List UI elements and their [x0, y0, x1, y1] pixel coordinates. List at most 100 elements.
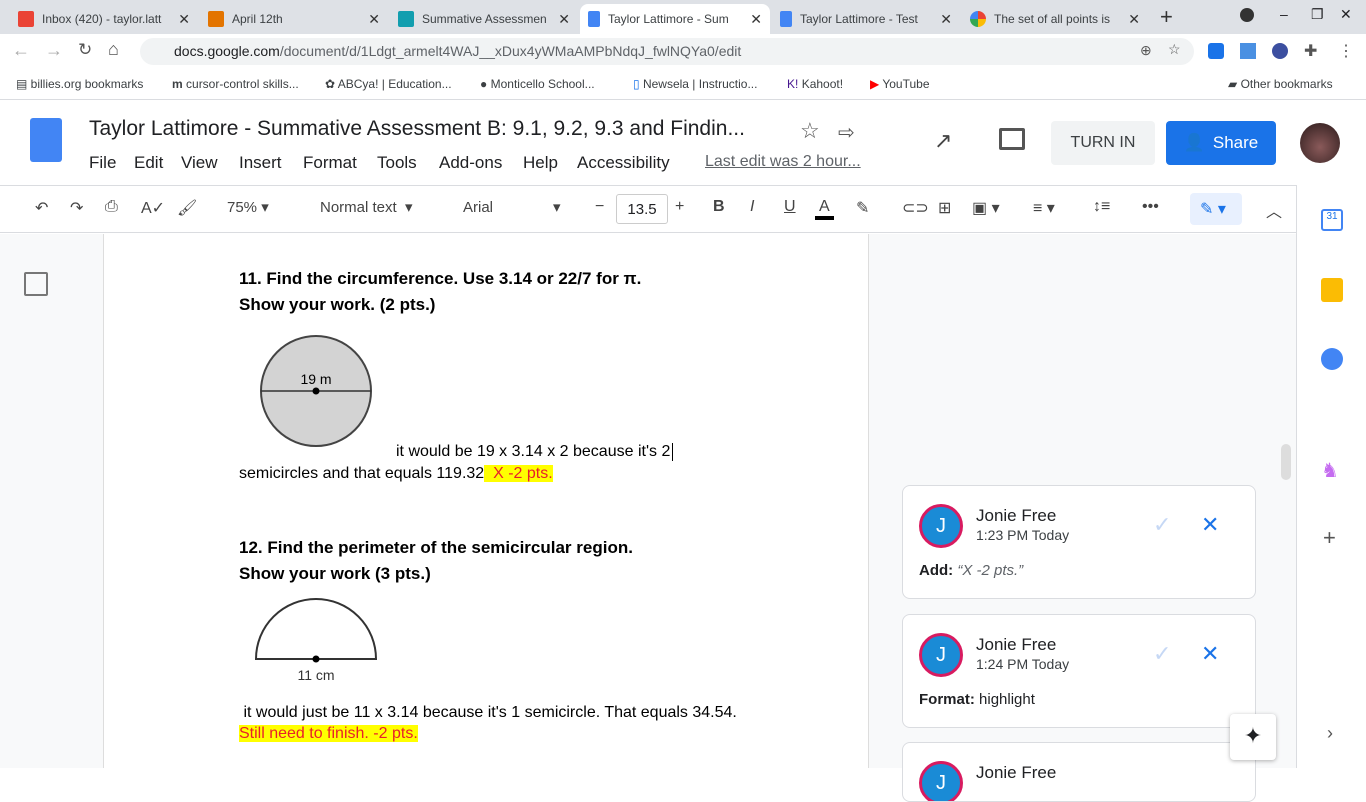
reject-suggestion-button[interactable]: ✕: [1201, 512, 1219, 538]
close-icon[interactable]: ✕: [940, 11, 952, 28]
menu-view[interactable]: View: [181, 153, 218, 173]
comment-card[interactable]: J Jonie Free 1:23 PM Today ✓ ✕ Add: “X -…: [902, 485, 1256, 599]
unicorn-addon-icon[interactable]: ♞: [1321, 458, 1339, 483]
bold-icon[interactable]: B: [713, 198, 725, 216]
menu-accessibility[interactable]: Accessibility: [577, 153, 670, 173]
more-icon[interactable]: •••: [1142, 198, 1159, 216]
close-window-button[interactable]: ✕: [1340, 6, 1352, 23]
zoom-icon[interactable]: ⊕: [1140, 42, 1152, 59]
redo-icon[interactable]: ↷: [70, 198, 83, 218]
tab-summative[interactable]: Summative Assessmen ✕: [390, 4, 578, 34]
menu-file[interactable]: File: [89, 153, 116, 173]
close-icon[interactable]: ✕: [558, 11, 570, 28]
comment-card[interactable]: J Jonie Free 1:24 PM Today ✓ ✕ Format: h…: [902, 614, 1256, 728]
last-edit-link[interactable]: Last edit was 2 hour...: [705, 153, 861, 171]
close-icon[interactable]: ✕: [368, 11, 380, 28]
extension-icon[interactable]: [1208, 43, 1224, 59]
style-select[interactable]: Normal text ▾: [320, 198, 413, 216]
bookmark[interactable]: ▯ Newsela | Instructio...: [633, 77, 757, 91]
star-icon[interactable]: ☆: [800, 118, 820, 144]
spellcheck-icon[interactable]: A✓: [141, 198, 165, 218]
minimize-button[interactable]: –: [1280, 6, 1288, 22]
home-button[interactable]: ⌂: [108, 39, 119, 60]
bookmark[interactable]: ✿ ABCya! | Education...: [325, 77, 452, 91]
extension-icon[interactable]: [1272, 43, 1288, 59]
line-spacing-icon[interactable]: ↕≡: [1093, 198, 1110, 216]
puzzle-icon[interactable]: ✚: [1304, 41, 1317, 61]
tab-april[interactable]: April 12th ✕: [200, 4, 388, 34]
accept-suggestion-button[interactable]: ✓: [1153, 512, 1171, 538]
menu-insert[interactable]: Insert: [239, 153, 282, 173]
scrollbar[interactable]: [1281, 444, 1291, 480]
font-select[interactable]: Arial ▾: [463, 198, 561, 216]
star-icon[interactable]: ☆: [1168, 41, 1181, 58]
menu-icon[interactable]: ⋮: [1338, 41, 1354, 61]
link-icon[interactable]: ⊂⊃: [902, 198, 929, 218]
tab-search-icon[interactable]: [1240, 8, 1254, 22]
comment-history-icon[interactable]: [999, 128, 1025, 150]
tab-active-doc[interactable]: Taylor Lattimore - Sum ✕: [580, 4, 770, 34]
tab-gmail[interactable]: Inbox (420) - taylor.latt ✕: [10, 4, 198, 34]
add-addon-icon[interactable]: +: [1323, 525, 1336, 551]
url-input[interactable]: docs.google.com/document/d/1Ldgt_armelt4…: [140, 38, 1194, 65]
forward-button[interactable]: →: [45, 40, 63, 61]
bookmark[interactable]: m cursor-control skills...: [172, 77, 299, 91]
tasks-icon[interactable]: [1321, 348, 1343, 370]
answer-11-line1[interactable]: it would be 19 x 3.14 x 2 because it's 2: [396, 443, 674, 461]
answer-12[interactable]: it would just be 11 x 3.14 because it's …: [239, 704, 736, 722]
align-icon[interactable]: ≡ ▾: [1033, 198, 1055, 218]
italic-icon[interactable]: I: [750, 198, 754, 216]
print-icon[interactable]: ⎙: [105, 198, 118, 216]
tab-google[interactable]: The set of all points is ✕: [962, 4, 1148, 34]
bookmark[interactable]: ● Monticello School...: [480, 77, 595, 91]
move-icon[interactable]: ⇨: [838, 120, 855, 145]
close-icon[interactable]: ✕: [1128, 11, 1140, 28]
menu-addons[interactable]: Add-ons: [439, 153, 502, 173]
calendar-icon[interactable]: 31: [1321, 209, 1343, 231]
menu-help[interactable]: Help: [523, 153, 558, 173]
avatar[interactable]: [1300, 123, 1340, 163]
add-comment-icon[interactable]: ⊞: [938, 198, 951, 218]
editing-mode-button[interactable]: ✎ ▾: [1190, 193, 1242, 225]
decrease-font-size-button[interactable]: −: [595, 198, 604, 216]
outline-icon[interactable]: [24, 272, 48, 296]
collapse-icon[interactable]: ︿: [1266, 198, 1282, 222]
close-icon[interactable]: ✕: [750, 11, 762, 28]
keep-icon[interactable]: [1321, 278, 1343, 302]
zoom-select[interactable]: 75% ▾: [227, 198, 269, 216]
reject-suggestion-button[interactable]: ✕: [1201, 641, 1219, 667]
bookmark[interactable]: ▤ billies.org bookmarks: [16, 77, 143, 91]
underline-icon[interactable]: U: [784, 198, 796, 216]
bookmark[interactable]: ▶ YouTube: [870, 77, 930, 91]
menu-tools[interactable]: Tools: [377, 153, 417, 173]
explore-button[interactable]: ✦: [1230, 714, 1276, 760]
text-color-icon[interactable]: A: [815, 198, 834, 220]
new-tab-button[interactable]: +: [1160, 4, 1173, 30]
tab-test[interactable]: Taylor Lattimore - Test ✕: [772, 4, 960, 34]
menu-edit[interactable]: Edit: [134, 153, 163, 173]
back-button[interactable]: ←: [12, 40, 30, 61]
image-icon[interactable]: ▣ ▾: [972, 198, 1000, 218]
undo-icon[interactable]: ↶: [35, 198, 48, 218]
reload-button[interactable]: ↻: [78, 40, 92, 60]
comment-card[interactable]: J Jonie Free: [902, 742, 1256, 802]
extension-icon[interactable]: [1240, 43, 1256, 59]
other-bookmarks[interactable]: ▰ Other bookmarks: [1228, 77, 1333, 91]
menu-format[interactable]: Format: [303, 153, 357, 173]
activity-icon[interactable]: ↗: [934, 128, 952, 154]
answer-12-mark[interactable]: Still need to finish. -2 pts.: [239, 725, 418, 743]
paint-format-icon[interactable]: 🖌: [177, 198, 197, 218]
share-button[interactable]: 👤 Share: [1166, 121, 1276, 165]
highlight-icon[interactable]: ✎: [856, 198, 869, 218]
restore-button[interactable]: ❐: [1311, 6, 1324, 23]
turn-in-button[interactable]: TURN IN: [1051, 121, 1155, 165]
accept-suggestion-button[interactable]: ✓: [1153, 641, 1171, 667]
answer-11-line2[interactable]: semicircles and that equals 119.32 X -2 …: [239, 465, 553, 483]
increase-font-size-button[interactable]: +: [675, 198, 684, 216]
document-title[interactable]: Taylor Lattimore - Summative Assessment …: [89, 117, 745, 141]
docs-logo-icon[interactable]: [30, 118, 62, 162]
font-size-input[interactable]: 13.5: [616, 194, 668, 224]
close-icon[interactable]: ✕: [178, 11, 190, 28]
expand-panel-icon[interactable]: ›: [1327, 723, 1333, 744]
bookmark[interactable]: K! Kahoot!: [787, 77, 843, 91]
